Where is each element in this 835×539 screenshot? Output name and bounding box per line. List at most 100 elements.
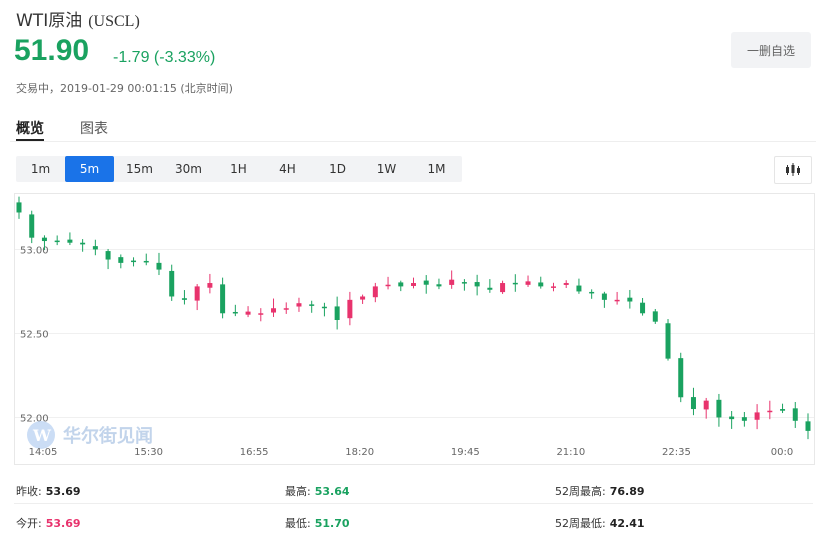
candle-body: [258, 313, 264, 315]
stat-prev-close: 昨收: 53.69: [16, 483, 81, 499]
candle-body: [207, 283, 213, 288]
period-30m[interactable]: 30m: [164, 156, 213, 182]
price-chart[interactable]: 53.00 52.50 52.00 W 华尔街见闻 14:05 15:30 16:55 18:2…: [14, 193, 815, 465]
candle-body: [360, 296, 366, 300]
candle-body: [716, 399, 722, 418]
candle-body: [143, 260, 149, 263]
tab-chart[interactable]: 图表: [80, 118, 108, 138]
instrument-symbol: (USCL): [88, 13, 140, 30]
candle-body: [627, 297, 633, 302]
candle-body: [80, 242, 86, 245]
period-1h[interactable]: 1H: [214, 156, 263, 182]
candle-body: [156, 262, 162, 270]
stat-label: 今开:: [16, 517, 42, 530]
candle-body: [550, 286, 556, 288]
candle-body: [487, 287, 493, 290]
candle-body: [640, 302, 646, 314]
last-price: 51.90: [14, 34, 90, 67]
candle-body: [321, 306, 327, 309]
candle-body: [423, 280, 429, 285]
candle-body: [449, 279, 455, 285]
candle-body: [232, 311, 238, 314]
candle-body: [105, 251, 111, 260]
candle-body: [16, 202, 22, 213]
candle-body: [309, 304, 315, 306]
y-tick-label: 52.50: [20, 329, 49, 340]
period-1w[interactable]: 1W: [362, 156, 411, 182]
candle-body: [525, 281, 531, 285]
candle-body: [792, 408, 798, 421]
stats-divider: [14, 503, 813, 504]
candle-body: [767, 410, 773, 413]
stat-52w-high: 52周最高: 76.89: [555, 483, 645, 499]
candle-body: [29, 214, 35, 238]
tab-overview[interactable]: 概览: [16, 118, 44, 138]
candle-body: [576, 285, 582, 292]
watermark-text: 华尔街见闻: [63, 425, 153, 447]
x-tick-label: 16:55: [240, 447, 269, 458]
candle-body: [245, 311, 251, 315]
candle-body: [118, 257, 124, 263]
x-tick-label: 18:20: [345, 447, 374, 458]
stat-value: 53.64: [314, 485, 350, 498]
stat-value: 53.69: [45, 485, 81, 498]
candle-body: [169, 270, 175, 297]
x-tick-label: 19:45: [451, 447, 480, 458]
watermark-logo-letter-icon: W: [32, 426, 52, 445]
candle-body: [500, 283, 506, 293]
candle-body: [780, 409, 786, 411]
candle-body: [347, 299, 353, 319]
candle-body: [194, 286, 200, 301]
candle-body: [398, 282, 404, 287]
stat-label: 52周最高:: [555, 485, 606, 498]
x-tick-label: 22:35: [662, 447, 691, 458]
x-tick-label: 21:10: [556, 447, 585, 458]
candle-body: [614, 299, 620, 302]
stat-52w-low: 52周最低: 42.41: [555, 515, 645, 531]
candle-body: [474, 282, 480, 287]
candle-body: [181, 298, 187, 300]
stat-high: 最高: 53.64: [285, 483, 350, 499]
stat-label: 最高:: [285, 485, 311, 498]
candle-body: [589, 291, 595, 294]
candle-body: [271, 308, 277, 313]
candlestick-chart: 53.0052.5052.00W 华尔街见闻14:05 15:30 16:55 18:2…: [15, 196, 814, 458]
period-4h[interactable]: 4H: [263, 156, 312, 182]
period-15m[interactable]: 15m: [115, 156, 164, 182]
candle-body: [296, 303, 302, 307]
candle-body: [385, 284, 391, 287]
stat-label: 52周最低:: [555, 517, 606, 530]
candle-body: [92, 246, 98, 250]
candle-body: [461, 282, 467, 284]
candle-body: [436, 284, 442, 287]
x-tick-label: 14:05: [29, 447, 58, 458]
candle-body: [805, 421, 811, 431]
candle-body: [729, 416, 735, 420]
candle-body: [334, 306, 340, 320]
period-1m[interactable]: 1m: [16, 156, 65, 182]
candle-body: [512, 282, 518, 285]
candle-body: [67, 239, 73, 243]
candle-body: [754, 412, 760, 420]
chart-type-toggle[interactable]: [774, 156, 812, 184]
candle-body: [538, 282, 544, 287]
tab-divider: [10, 141, 816, 142]
candle-body: [283, 308, 289, 310]
remove-watchlist-button[interactable]: 一删自选: [731, 32, 811, 68]
x-tick-label: 15:30: [134, 447, 163, 458]
stat-value: 51.70: [314, 517, 350, 530]
instrument-name: WTI原油: [16, 11, 83, 31]
candle-body: [372, 286, 378, 298]
x-tick-label: 00:0: [771, 447, 793, 458]
period-1mo[interactable]: 1M: [412, 156, 461, 182]
candle-body: [563, 283, 569, 285]
candle-body: [54, 240, 60, 243]
candle-body: [703, 400, 709, 410]
period-1d[interactable]: 1D: [313, 156, 362, 182]
stat-value: 42.41: [609, 517, 645, 530]
period-selector: 1m 5m 15m 30m 1H 4H 1D 1W 1M: [16, 156, 462, 182]
candle-body: [131, 260, 137, 263]
candle-body: [411, 283, 416, 286]
period-5m[interactable]: 5m: [65, 156, 114, 182]
candle-body: [220, 284, 226, 314]
